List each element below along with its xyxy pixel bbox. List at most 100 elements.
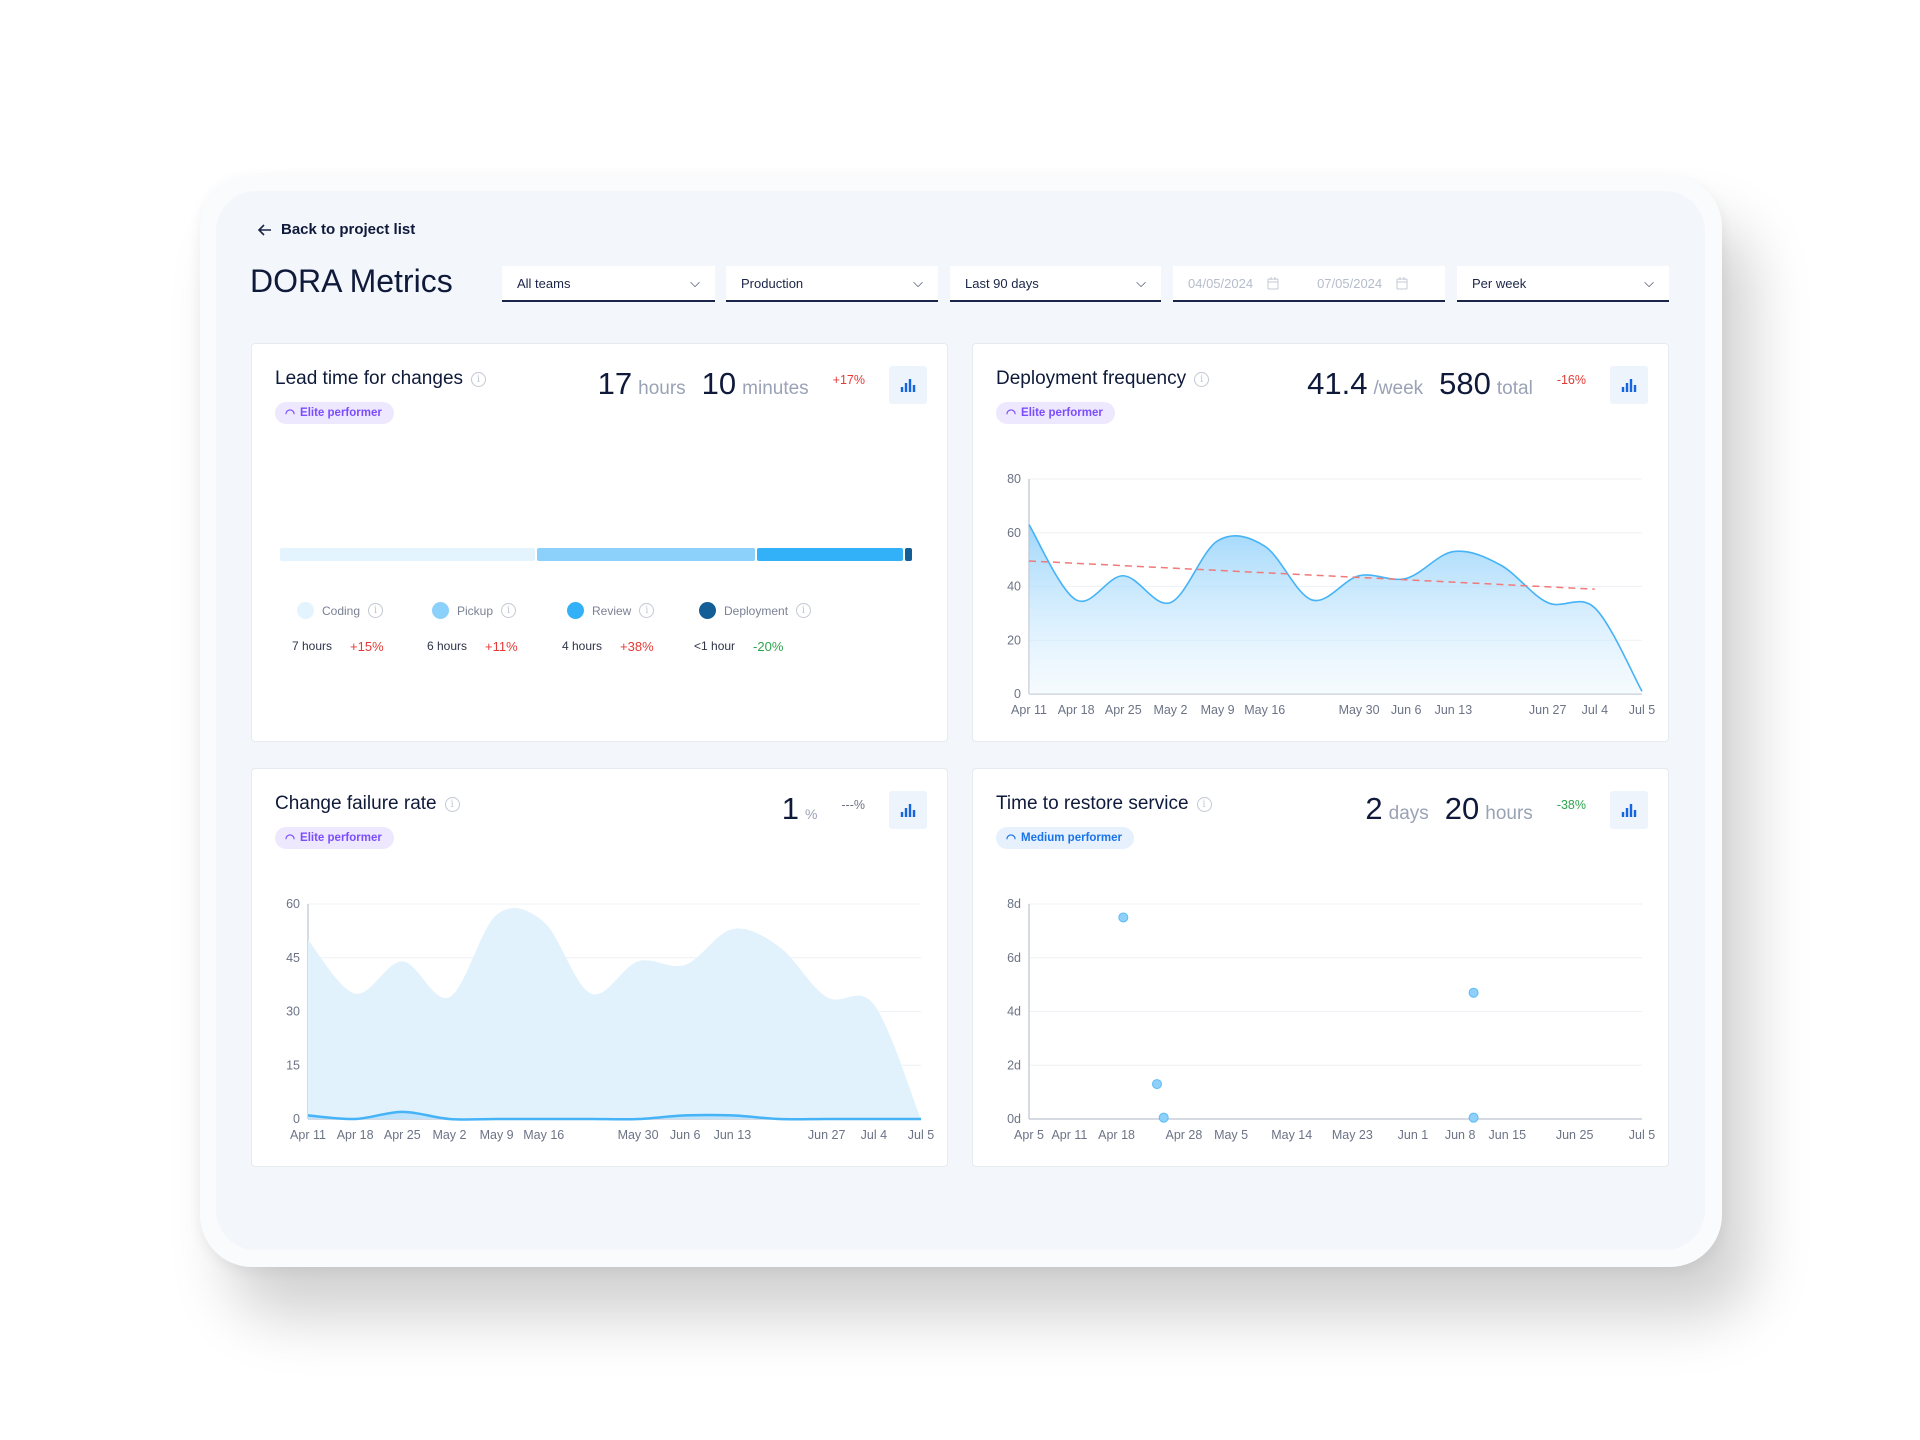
series-area — [1029, 524, 1642, 694]
x-tick-label: Apr 18 — [1098, 1128, 1135, 1142]
data-point — [1468, 987, 1479, 998]
chevron-down-icon: ⌵ — [1136, 275, 1146, 290]
deployment-frequency-chart: 0 20 40 60 80 Apr 11 Apr 18 Apr 25 May 2 May 9 May… — [1007, 472, 1655, 717]
calendar-icon[interactable] — [1396, 276, 1408, 290]
x-tick-label: Jul 4 — [1582, 703, 1608, 717]
environment-select[interactable]: Production ⌵ — [726, 266, 938, 302]
card-title: Lead time for changes i — [275, 368, 487, 390]
y-tick-label: 0 — [1014, 687, 1021, 701]
x-tick-label: May 5 — [1214, 1128, 1248, 1142]
legend-dot — [567, 602, 584, 619]
granularity-select-value: Per week — [1472, 275, 1527, 291]
x-tick-label: Jun 6 — [670, 1128, 701, 1142]
x-tick-label: Jun 27 — [1529, 703, 1567, 717]
legend-item-deployment: Deployment i — [699, 602, 812, 619]
x-tick-label: Jun 27 — [808, 1128, 846, 1142]
x-tick-label: Jul 5 — [908, 1128, 934, 1142]
info-icon[interactable]: i — [796, 603, 812, 618]
info-icon[interactable]: i — [471, 371, 487, 387]
granularity-select[interactable]: Per week ⌵ — [1457, 266, 1669, 302]
y-tick-label: 2d — [1007, 1058, 1021, 1072]
stage-duration: 6 hours — [427, 639, 468, 653]
page-title: DORA Metrics — [250, 263, 453, 299]
performer-badge: ◠ Elite performer — [275, 402, 394, 424]
lead-time-stats: 17 hours 10 minutes +17% — [598, 366, 927, 404]
y-tick-label: 4d — [1007, 1005, 1021, 1019]
x-tick-label: Jun 25 — [1556, 1128, 1594, 1142]
range-select-value: Last 90 days — [965, 275, 1039, 291]
dashboard-screen: Back to project list DORA Metrics All te… — [216, 191, 1705, 1250]
date-range-input[interactable]: 04/05/2024 07/05/2024 — [1173, 266, 1445, 302]
x-tick-label: Apr 18 — [1058, 703, 1095, 717]
stage-delta: -20% — [753, 639, 784, 654]
info-icon[interactable]: i — [368, 603, 384, 618]
time-to-restore-chart: 0d 2d 4d 6d 8d Apr 5 Apr 11 Apr 18 Apr 28 May 5 Ma… — [1007, 897, 1655, 1142]
stage-delta: +38% — [620, 639, 654, 654]
range-select[interactable]: Last 90 days ⌵ — [950, 266, 1161, 302]
arrow-left-icon — [257, 223, 271, 236]
chevron-down-icon: ⌵ — [1644, 275, 1654, 290]
x-tick-label: Jun 6 — [1391, 703, 1422, 717]
date-from-input[interactable]: 04/05/2024 — [1188, 276, 1253, 291]
x-tick-label: May 23 — [1332, 1128, 1373, 1142]
stage-name: Coding — [322, 603, 361, 618]
environment-select-value: Production — [741, 275, 804, 291]
x-tick-label: Apr 11 — [1011, 703, 1047, 717]
hours-value: 17 — [597, 366, 633, 401]
minutes-value: 10 — [701, 366, 737, 401]
lead-time-card: Lead time for changes i ◠ Elite performer … — [251, 343, 948, 742]
team-select[interactable]: All teams ⌵ — [502, 266, 715, 302]
gauge-icon: ◠ — [285, 408, 296, 420]
stage-value: 4 hours +38% — [562, 639, 654, 654]
x-tick-label: May 2 — [432, 1128, 466, 1142]
stage-segment-coding — [280, 548, 535, 561]
y-tick-label: 80 — [1007, 472, 1021, 486]
stage-delta: +11% — [485, 639, 518, 654]
legend-dot — [432, 602, 449, 619]
data-point — [1118, 912, 1129, 923]
stage-duration: <1 hour — [694, 639, 736, 653]
x-tick-label: May 16 — [1244, 703, 1285, 717]
data-point — [1158, 1112, 1169, 1123]
series-area — [308, 908, 921, 1119]
info-icon[interactable]: i — [501, 603, 517, 618]
x-tick-label: Apr 25 — [1105, 703, 1142, 717]
x-tick-label: May 30 — [1339, 703, 1380, 717]
x-tick-label: Jun 13 — [714, 1128, 752, 1142]
x-tick-label: May 30 — [618, 1128, 659, 1142]
chevron-down-icon: ⌵ — [913, 275, 923, 290]
date-to-input[interactable]: 07/05/2024 — [1317, 276, 1382, 291]
x-tick-label: Jun 1 — [1398, 1128, 1429, 1142]
stage-duration: 7 hours — [292, 639, 333, 653]
badge-label: Elite performer — [300, 407, 382, 419]
back-to-project-list-link[interactable]: Back to project list — [257, 221, 415, 238]
stage-value: 7 hours +15% — [292, 639, 384, 654]
lead-time-title: Lead time for changes — [275, 368, 464, 389]
y-tick-label: 60 — [286, 897, 300, 911]
info-icon[interactable]: i — [639, 603, 655, 618]
back-label: Back to project list — [281, 221, 416, 238]
calendar-icon[interactable] — [1267, 276, 1279, 290]
x-tick-label: Apr 25 — [384, 1128, 421, 1142]
x-tick-label: Jun 15 — [1489, 1128, 1527, 1142]
x-tick-label: Apr 5 — [1014, 1128, 1044, 1142]
stage-value: 6 hours +11% — [427, 639, 518, 654]
x-tick-label: May 14 — [1271, 1128, 1312, 1142]
change-failure-rate-card: Change failure rate i ◠ Elite performer 1%… — [251, 768, 948, 1167]
x-tick-label: Apr 18 — [337, 1128, 374, 1142]
hours-unit: hours — [638, 378, 686, 399]
x-tick-label: Apr 28 — [1166, 1128, 1203, 1142]
stage-segment-pickup — [536, 548, 756, 561]
data-point — [1151, 1079, 1162, 1090]
legend-dot — [297, 602, 314, 619]
y-tick-label: 30 — [286, 1005, 300, 1019]
delta-badge: +17% — [832, 373, 865, 387]
legend-item-coding: Coding i — [297, 602, 384, 619]
x-tick-label: May 9 — [480, 1128, 514, 1142]
chart-toggle-button[interactable] — [889, 366, 927, 404]
stage-segment-deployment — [904, 548, 912, 561]
y-tick-label: 0 — [293, 1112, 300, 1126]
y-tick-label: 40 — [1007, 580, 1021, 594]
chevron-down-icon: ⌵ — [690, 275, 700, 290]
stage-name: Deployment — [724, 603, 789, 618]
